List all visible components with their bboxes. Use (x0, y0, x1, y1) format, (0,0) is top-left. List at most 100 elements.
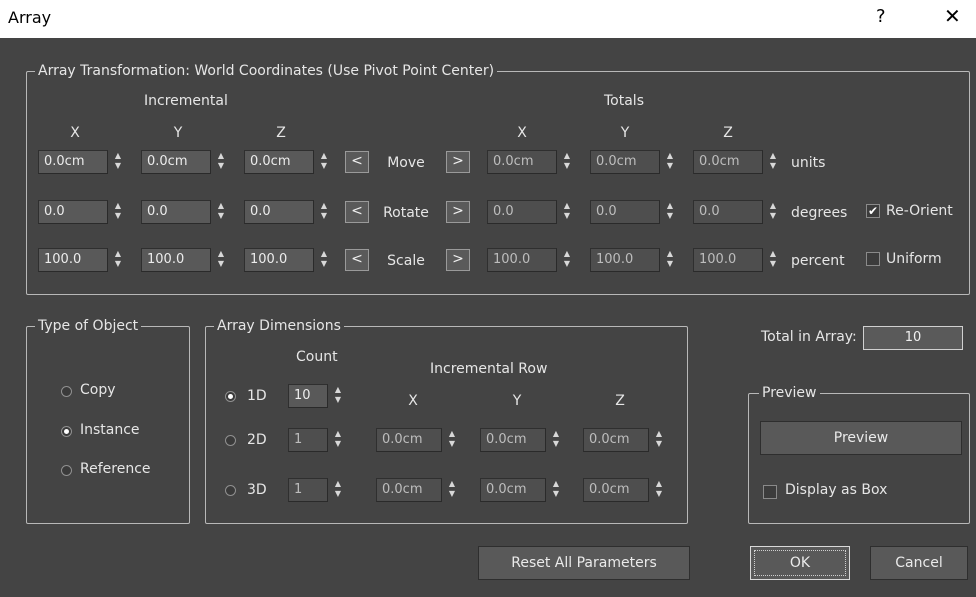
move-total-y-spinner[interactable]: 0.0cm ▲ ▼ (590, 150, 678, 174)
move-total-z-spinner-field[interactable]: 0.0cm (693, 150, 763, 174)
move-incremental-z-spinner-field[interactable]: 0.0cm (244, 150, 314, 174)
spinner-arrows-icon[interactable]: ▲ ▼ (111, 150, 125, 174)
scale-incremental-x-spinner-field[interactable]: 100.0 (38, 248, 108, 272)
move-incremental-x-spinner-field[interactable]: 0.0cm (38, 150, 108, 174)
move-total-x-spinner-field[interactable]: 0.0cm (487, 150, 557, 174)
dimension-2d-z-spinner[interactable]: 0.0cm ▲ ▼ (583, 428, 667, 452)
dimension-3d-radio[interactable] (225, 485, 236, 496)
dimension-2d-x-spinner[interactable]: 0.0cm ▲ ▼ (376, 428, 460, 452)
move-right-arrow-button[interactable]: > (446, 151, 470, 173)
spinner-arrows-icon[interactable]: ▲ ▼ (331, 478, 345, 502)
spinner-arrows-icon[interactable]: ▲ ▼ (331, 428, 345, 452)
move-incremental-x-spinner[interactable]: 0.0cm ▲ ▼ (38, 150, 126, 174)
rotate-incremental-y-spinner[interactable]: 0.0 ▲ ▼ (141, 200, 229, 224)
spinner-arrows-icon[interactable]: ▲ ▼ (560, 200, 574, 224)
cancel-button[interactable]: Cancel (870, 546, 968, 580)
rotate-incremental-x-spinner-field[interactable]: 0.0 (38, 200, 108, 224)
scale-left-arrow-button[interactable]: < (345, 249, 369, 271)
rotate-total-x-spinner[interactable]: 0.0 ▲ ▼ (487, 200, 575, 224)
help-icon[interactable]: ? (876, 6, 886, 27)
scale-total-x-spinner-field[interactable]: 100.0 (487, 248, 557, 272)
spinner-arrows-icon[interactable]: ▲ ▼ (549, 428, 563, 452)
rotate-incremental-y-spinner-field[interactable]: 0.0 (141, 200, 211, 224)
scale-total-z-spinner[interactable]: 100.0 ▲ ▼ (693, 248, 781, 272)
reset-all-parameters-button[interactable]: Reset All Parameters (478, 546, 690, 580)
rotate-total-x-spinner-field[interactable]: 0.0 (487, 200, 557, 224)
scale-incremental-x-spinner[interactable]: 100.0 ▲ ▼ (38, 248, 126, 272)
spinner-arrows-icon[interactable]: ▲ ▼ (560, 248, 574, 272)
display-as-box-checkbox[interactable] (763, 485, 777, 499)
spinner-arrows-icon[interactable]: ▲ ▼ (663, 150, 677, 174)
move-incremental-y-spinner[interactable]: 0.0cm ▲ ▼ (141, 150, 229, 174)
rotate-incremental-x-spinner[interactable]: 0.0 ▲ ▼ (38, 200, 126, 224)
scale-incremental-z-spinner-field[interactable]: 100.0 (244, 248, 314, 272)
scale-incremental-y-spinner[interactable]: 100.0 ▲ ▼ (141, 248, 229, 272)
dimension-3d-count-spinner[interactable]: 1 ▲ ▼ (288, 478, 346, 502)
scale-total-x-spinner[interactable]: 100.0 ▲ ▼ (487, 248, 575, 272)
spinner-arrows-icon[interactable]: ▲ ▼ (560, 150, 574, 174)
uniform-checkbox[interactable] (866, 252, 880, 266)
instance-radio[interactable] (61, 426, 72, 437)
dimension-3d-x-spinner[interactable]: 0.0cm ▲ ▼ (376, 478, 460, 502)
dimension-2d-y-spinner-field[interactable]: 0.0cm (480, 428, 546, 452)
preview-button[interactable]: Preview (760, 421, 962, 455)
rotate-total-z-spinner[interactable]: 0.0 ▲ ▼ (693, 200, 781, 224)
spinner-arrows-icon[interactable]: ▲ ▼ (317, 150, 331, 174)
scale-total-z-spinner-field[interactable]: 100.0 (693, 248, 763, 272)
spinner-arrows-icon[interactable]: ▲ ▼ (331, 384, 345, 408)
dimension-3d-y-spinner[interactable]: 0.0cm ▲ ▼ (480, 478, 564, 502)
spinner-arrows-icon[interactable]: ▲ ▼ (214, 200, 228, 224)
spinner-arrows-icon[interactable]: ▲ ▼ (214, 150, 228, 174)
scale-total-y-spinner[interactable]: 100.0 ▲ ▼ (590, 248, 678, 272)
re-orient-checkbox[interactable]: ✔ (866, 204, 880, 218)
rotate-total-y-spinner[interactable]: 0.0 ▲ ▼ (590, 200, 678, 224)
rotate-left-arrow-button[interactable]: < (345, 201, 369, 223)
move-total-y-spinner-field[interactable]: 0.0cm (590, 150, 660, 174)
spinner-arrows-icon[interactable]: ▲ ▼ (111, 248, 125, 272)
dimension-2d-count-spinner[interactable]: 1 ▲ ▼ (288, 428, 346, 452)
spinner-arrows-icon[interactable]: ▲ ▼ (766, 200, 780, 224)
spinner-arrows-icon[interactable]: ▲ ▼ (317, 200, 331, 224)
rotate-total-z-spinner-field[interactable]: 0.0 (693, 200, 763, 224)
spinner-arrows-icon[interactable]: ▲ ▼ (445, 478, 459, 502)
dimension-3d-z-spinner-field[interactable]: 0.0cm (583, 478, 649, 502)
dimension-1d-count-spinner[interactable]: 10 ▲ ▼ (288, 384, 346, 408)
scale-incremental-y-spinner-field[interactable]: 100.0 (141, 248, 211, 272)
reference-radio[interactable] (61, 465, 72, 476)
spinner-arrows-icon[interactable]: ▲ ▼ (652, 428, 666, 452)
move-incremental-y-spinner-field[interactable]: 0.0cm (141, 150, 211, 174)
move-total-x-spinner[interactable]: 0.0cm ▲ ▼ (487, 150, 575, 174)
dimension-3d-y-spinner-field[interactable]: 0.0cm (480, 478, 546, 502)
dimension-2d-z-spinner-field[interactable]: 0.0cm (583, 428, 649, 452)
spinner-arrows-icon[interactable]: ▲ ▼ (663, 200, 677, 224)
spinner-arrows-icon[interactable]: ▲ ▼ (111, 200, 125, 224)
spinner-arrows-icon[interactable]: ▲ ▼ (766, 248, 780, 272)
spinner-arrows-icon[interactable]: ▲ ▼ (766, 150, 780, 174)
move-total-z-spinner[interactable]: 0.0cm ▲ ▼ (693, 150, 781, 174)
dimension-2d-count-spinner-field[interactable]: 1 (288, 428, 328, 452)
rotate-total-y-spinner-field[interactable]: 0.0 (590, 200, 660, 224)
ok-button[interactable]: OK (750, 546, 850, 580)
spinner-arrows-icon[interactable]: ▲ ▼ (549, 478, 563, 502)
spinner-arrows-icon[interactable]: ▲ ▼ (445, 428, 459, 452)
spinner-arrows-icon[interactable]: ▲ ▼ (652, 478, 666, 502)
dimension-1d-radio[interactable] (225, 391, 236, 402)
rotate-incremental-z-spinner-field[interactable]: 0.0 (244, 200, 314, 224)
scale-right-arrow-button[interactable]: > (446, 249, 470, 271)
close-icon[interactable]: ✕ (944, 4, 961, 28)
spinner-arrows-icon[interactable]: ▲ ▼ (214, 248, 228, 272)
scale-incremental-z-spinner[interactable]: 100.0 ▲ ▼ (244, 248, 332, 272)
spinner-arrows-icon[interactable]: ▲ ▼ (317, 248, 331, 272)
copy-radio[interactable] (61, 386, 72, 397)
dimension-1d-count-spinner-field[interactable]: 10 (288, 384, 328, 408)
move-incremental-z-spinner[interactable]: 0.0cm ▲ ▼ (244, 150, 332, 174)
dimension-3d-x-spinner-field[interactable]: 0.0cm (376, 478, 442, 502)
rotate-right-arrow-button[interactable]: > (446, 201, 470, 223)
dimension-2d-radio[interactable] (225, 435, 236, 446)
rotate-incremental-z-spinner[interactable]: 0.0 ▲ ▼ (244, 200, 332, 224)
spinner-arrows-icon[interactable]: ▲ ▼ (663, 248, 677, 272)
dimension-3d-count-spinner-field[interactable]: 1 (288, 478, 328, 502)
dimension-3d-z-spinner[interactable]: 0.0cm ▲ ▼ (583, 478, 667, 502)
dimension-2d-y-spinner[interactable]: 0.0cm ▲ ▼ (480, 428, 564, 452)
scale-total-y-spinner-field[interactable]: 100.0 (590, 248, 660, 272)
